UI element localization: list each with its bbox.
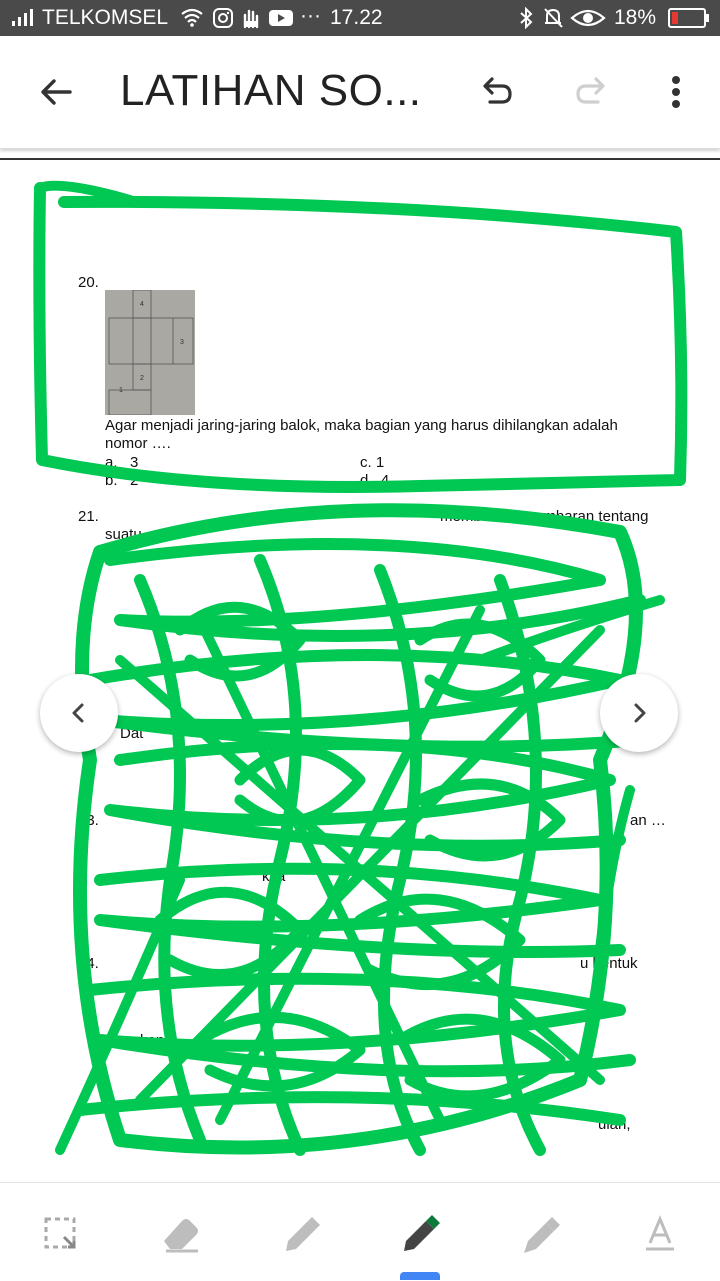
active-tool-indicator — [400, 1272, 440, 1280]
carrier-name: TELKOMSEL — [42, 6, 169, 29]
selection-icon — [44, 1217, 76, 1249]
signal-icon — [10, 4, 38, 34]
pen-icon — [286, 1217, 320, 1251]
hand-icon — [240, 7, 262, 35]
battery-percent: 18% — [614, 6, 657, 29]
more-dots-icon: ··· — [300, 4, 321, 27]
marker-pen-tool[interactable] — [396, 1209, 444, 1257]
overflow-menu-button[interactable] — [648, 64, 704, 120]
chevron-right-icon — [634, 703, 646, 723]
undo-icon — [483, 77, 512, 104]
overflow-menu-icon — [672, 76, 680, 108]
drawing-toolbar — [0, 1182, 720, 1281]
clock: 17.22 — [330, 6, 383, 29]
eraser-tool[interactable] — [156, 1209, 204, 1257]
instagram-icon — [212, 7, 234, 35]
back-button[interactable] — [28, 64, 84, 120]
selection-tool[interactable] — [36, 1209, 84, 1257]
text-icon — [646, 1215, 674, 1251]
wifi-icon — [180, 6, 204, 34]
status-bar: TELKOMSEL ··· 17.22 18% — [0, 0, 720, 36]
eraser-icon — [164, 1219, 198, 1253]
document-page[interactable]: 20. 4 3 2 1 Agar menjadi jaring-jaring b… — [0, 160, 720, 1182]
back-arrow-icon — [41, 79, 72, 105]
previous-page-button[interactable] — [40, 674, 118, 752]
undo-button[interactable] — [468, 64, 524, 120]
highlighter-tool[interactable] — [516, 1209, 564, 1257]
mute-icon — [542, 6, 564, 36]
eye-icon — [570, 8, 606, 34]
app-bar: LATIHAN SO... — [0, 36, 720, 149]
next-page-button[interactable] — [600, 674, 678, 752]
page-title: LATIHAN SO... — [120, 66, 422, 115]
text-tool[interactable] — [636, 1209, 684, 1257]
green-scribble-annotation — [33, 180, 688, 1156]
redo-icon — [576, 77, 605, 104]
chevron-left-icon — [72, 703, 84, 723]
battery-icon — [668, 8, 710, 34]
highlighter-icon — [524, 1217, 560, 1253]
redo-button[interactable] — [564, 64, 620, 120]
pen-tool[interactable] — [276, 1209, 324, 1257]
marker-pen-icon — [404, 1215, 440, 1251]
youtube-icon — [268, 8, 294, 34]
bluetooth-icon — [516, 6, 536, 35]
